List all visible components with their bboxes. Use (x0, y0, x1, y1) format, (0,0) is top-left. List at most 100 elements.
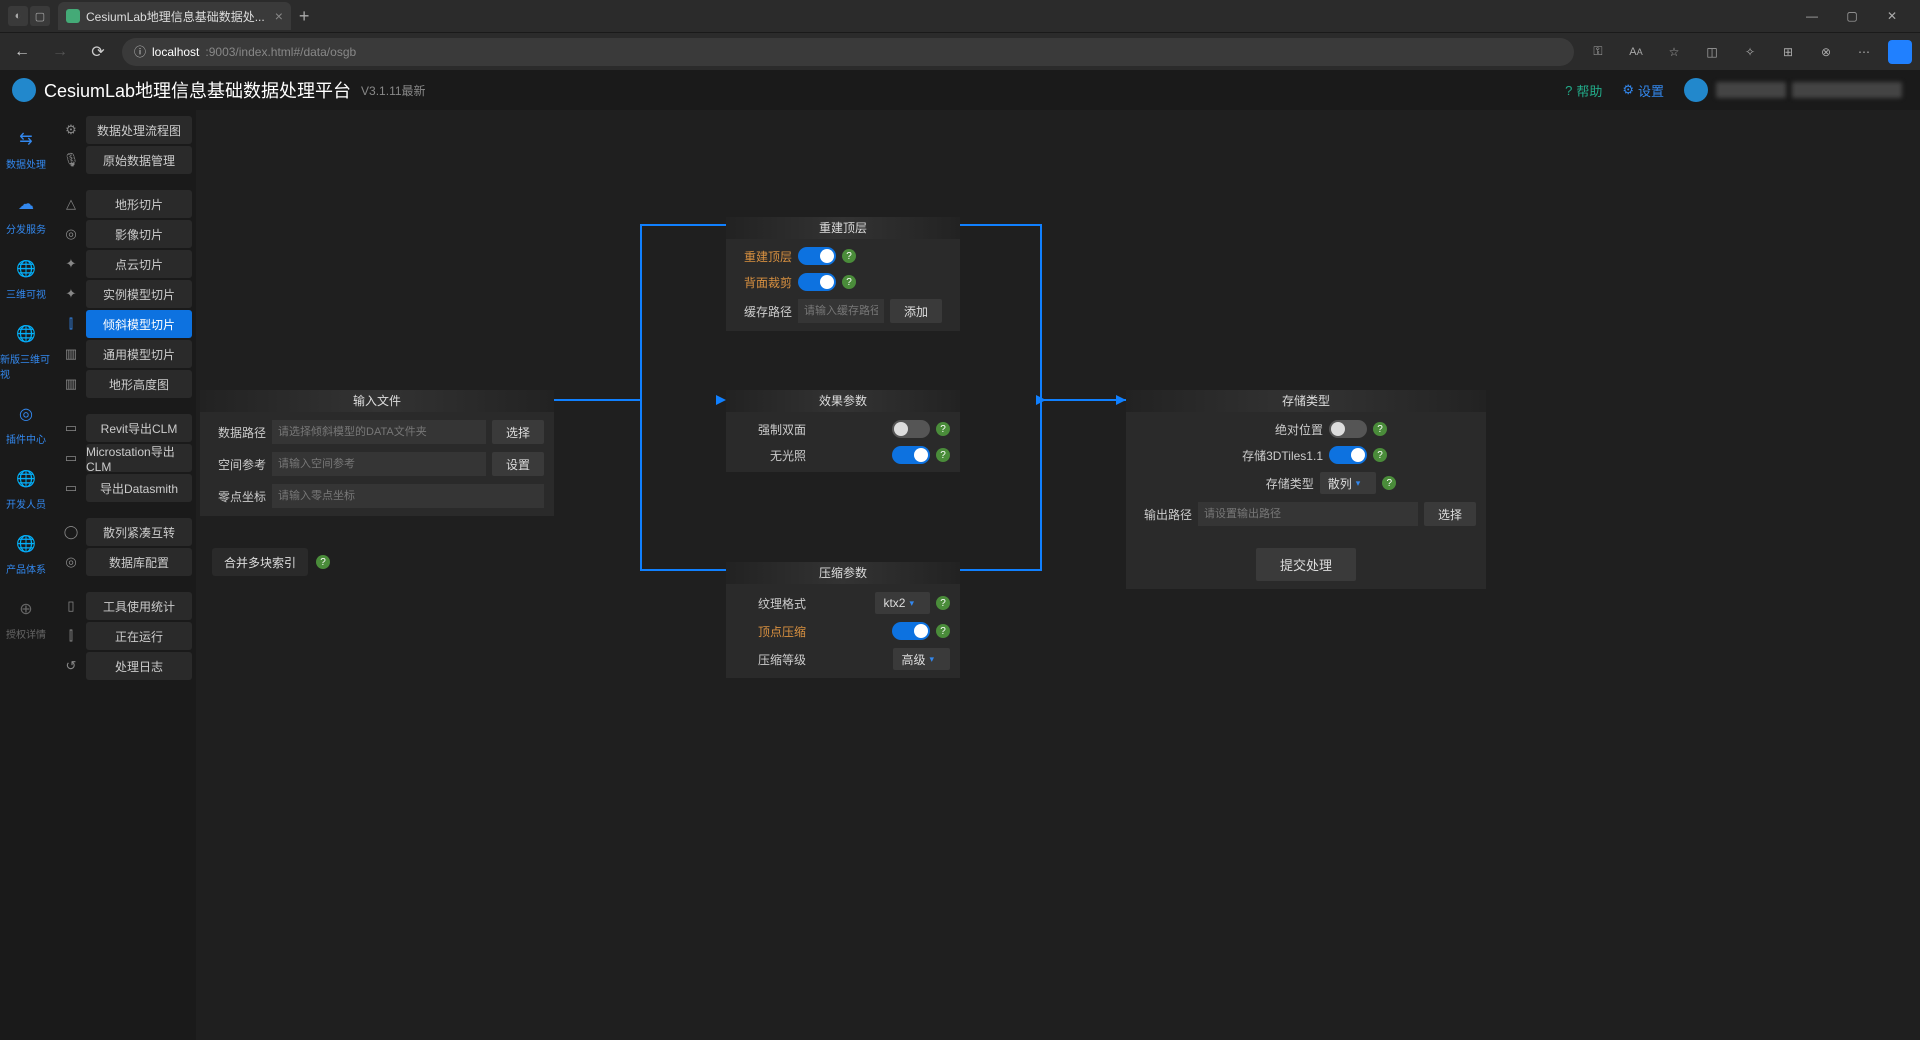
submenu-icon: ⚙ (56, 122, 86, 138)
copilot-icon[interactable] (1888, 40, 1912, 64)
submenu-item[interactable]: ✦点云切片 (52, 250, 196, 278)
app-header: CesiumLab地理信息基础数据处理平台 V3.1.11最新 ?帮助 ⚙设置 (0, 70, 1920, 110)
help-icon[interactable]: ? (936, 596, 950, 610)
srs-input[interactable] (272, 452, 486, 476)
key-icon[interactable]: ⚿ (1584, 38, 1612, 66)
nav-label: 新版三维可视 (0, 351, 52, 381)
submenu-icon: ▭ (56, 480, 86, 496)
nav-rail-item[interactable]: 🌐产品体系 (0, 521, 52, 586)
close-window-button[interactable]: ✕ (1872, 9, 1912, 23)
more-icon[interactable]: ⋯ (1850, 38, 1878, 66)
tiles-toggle[interactable] (1329, 446, 1367, 464)
output-path-input[interactable] (1198, 502, 1418, 526)
origin-input[interactable] (272, 484, 544, 508)
help-icon[interactable]: ? (316, 555, 330, 569)
collections-icon[interactable]: ⊞ (1774, 38, 1802, 66)
settings-link[interactable]: ⚙设置 (1622, 81, 1664, 100)
nav-rail-item[interactable]: 🌐三维可视 (0, 246, 52, 311)
url-host: localhost (152, 45, 199, 59)
close-tab-icon[interactable]: × (275, 8, 283, 24)
texture-label: 纹理格式 (736, 595, 806, 612)
favorites-icon[interactable]: ✧ (1736, 38, 1764, 66)
forward-button[interactable]: → (46, 38, 74, 66)
add-cache-button[interactable]: 添加 (890, 299, 942, 323)
help-icon[interactable]: ? (936, 624, 950, 638)
storage-type-select[interactable]: 散列 (1320, 472, 1377, 494)
help-icon[interactable]: ? (936, 448, 950, 462)
submenu-item[interactable]: ▯工具使用统计 (52, 592, 196, 620)
cache-path-input[interactable] (798, 299, 884, 323)
nav-rail-item[interactable]: ⇆数据处理 (0, 116, 52, 181)
split-icon[interactable]: ◫ (1698, 38, 1726, 66)
submenu-icon: ⫿ (56, 628, 86, 644)
nav-rail: ⇆数据处理☁分发服务🌐三维可视 🌐 新版三维可视 ◎插件中心🌐开发人员🌐产品体系⊕授权… (0, 110, 52, 1040)
submenu-item[interactable]: ▥通用模型切片 (52, 340, 196, 368)
abs-pos-toggle[interactable] (1329, 420, 1367, 438)
browser-tab[interactable]: CesiumLab地理信息基础数据处... × (58, 2, 291, 30)
help-link[interactable]: ?帮助 (1565, 81, 1602, 100)
submenu-item[interactable]: ▭导出Datasmith (52, 474, 196, 502)
submit-button[interactable]: 提交处理 (1256, 548, 1356, 581)
nav-rail-item[interactable]: 🌐开发人员 (0, 456, 52, 521)
data-path-input[interactable] (272, 420, 486, 444)
texture-format-select[interactable]: ktx2 (875, 592, 930, 614)
submenu-label: 实例模型切片 (103, 286, 175, 303)
submenu-item[interactable]: ◎数据库配置 (52, 548, 196, 576)
double-side-toggle[interactable] (892, 420, 930, 438)
submenu-item[interactable]: ⫿倾斜模型切片 (52, 310, 196, 338)
refresh-button[interactable]: ⟳ (84, 38, 112, 66)
compress-level-select[interactable]: 高级 (893, 648, 950, 670)
output-path-label: 输出路径 (1136, 506, 1192, 523)
submenu-item[interactable]: ▭Revit导出CLM (52, 414, 196, 442)
submenu-item[interactable]: ◯散列紧凑互转 (52, 518, 196, 546)
help-icon[interactable]: ? (1373, 422, 1387, 436)
storage-type-label: 存储类型 (1216, 475, 1314, 492)
vertex-compress-label: 顶点压缩 (736, 623, 806, 640)
submenu-item[interactable]: ⫿正在运行 (52, 622, 196, 650)
select-output-button[interactable]: 选择 (1424, 502, 1476, 526)
nav-icon: 🌐 (13, 321, 39, 347)
help-icon[interactable]: ? (936, 422, 950, 436)
submenu-item[interactable]: ✦实例模型切片 (52, 280, 196, 308)
submenu-item[interactable]: ◎影像切片 (52, 220, 196, 248)
submenu-item[interactable]: ⚙数据处理流程图 (52, 116, 196, 144)
tabs-icon[interactable]: ▢ (30, 6, 50, 26)
tab-title: CesiumLab地理信息基础数据处... (86, 8, 265, 25)
nav-rail-item[interactable]: ⊕授权详情 (0, 586, 52, 651)
nav-rail-item[interactable]: ☁分发服务 (0, 181, 52, 246)
help-icon[interactable]: ? (1382, 476, 1396, 490)
merge-index-button[interactable]: 合并多块索引 (212, 548, 308, 576)
app-version: V3.1.11最新 (361, 82, 425, 99)
help-icon[interactable]: ? (1373, 448, 1387, 462)
submenu-item[interactable]: △地形切片 (52, 190, 196, 218)
nav-icon: 🌐 (13, 466, 39, 492)
panel-input: 输入文件 数据路径 选择 空间参考 设置 零点坐标 (200, 390, 554, 516)
double-side-label: 强制双面 (736, 421, 806, 438)
new-tab-button[interactable]: + (299, 6, 310, 27)
help-icon[interactable]: ? (842, 275, 856, 289)
minimize-button[interactable]: — (1792, 9, 1832, 23)
back-button[interactable]: ← (8, 38, 36, 66)
address-bar[interactable]: ⓘ localhost:9003/index.html#/data/osgb (122, 38, 1574, 66)
rebuild-toggle[interactable] (798, 247, 836, 265)
submenu-icon: ▯ (56, 598, 86, 614)
user-avatar-icon[interactable] (1684, 78, 1708, 102)
submenu-item[interactable]: ▥地形高度图 (52, 370, 196, 398)
set-srs-button[interactable]: 设置 (492, 452, 544, 476)
profile-icon[interactable]: ◐ (8, 6, 28, 26)
star-icon[interactable]: ☆ (1660, 38, 1688, 66)
nav-rail-item[interactable]: 🌐 新版三维可视 (0, 311, 52, 391)
submenu-item[interactable]: 🎙原始数据管理 (52, 146, 196, 174)
cull-toggle[interactable] (798, 273, 836, 291)
help-icon[interactable]: ? (842, 249, 856, 263)
text-size-icon[interactable]: AA (1622, 38, 1650, 66)
nav-rail-item[interactable]: ◎插件中心 (0, 391, 52, 456)
submenu-item[interactable]: ▭Microstation导出CLM (52, 444, 196, 472)
submenu-item[interactable]: ↺处理日志 (52, 652, 196, 680)
extensions-icon[interactable]: ⊗ (1812, 38, 1840, 66)
vertex-compress-toggle[interactable] (892, 622, 930, 640)
select-data-button[interactable]: 选择 (492, 420, 544, 444)
submenu-icon: ◎ (56, 226, 86, 242)
maximize-button[interactable]: ▢ (1832, 9, 1872, 23)
no-light-toggle[interactable] (892, 446, 930, 464)
